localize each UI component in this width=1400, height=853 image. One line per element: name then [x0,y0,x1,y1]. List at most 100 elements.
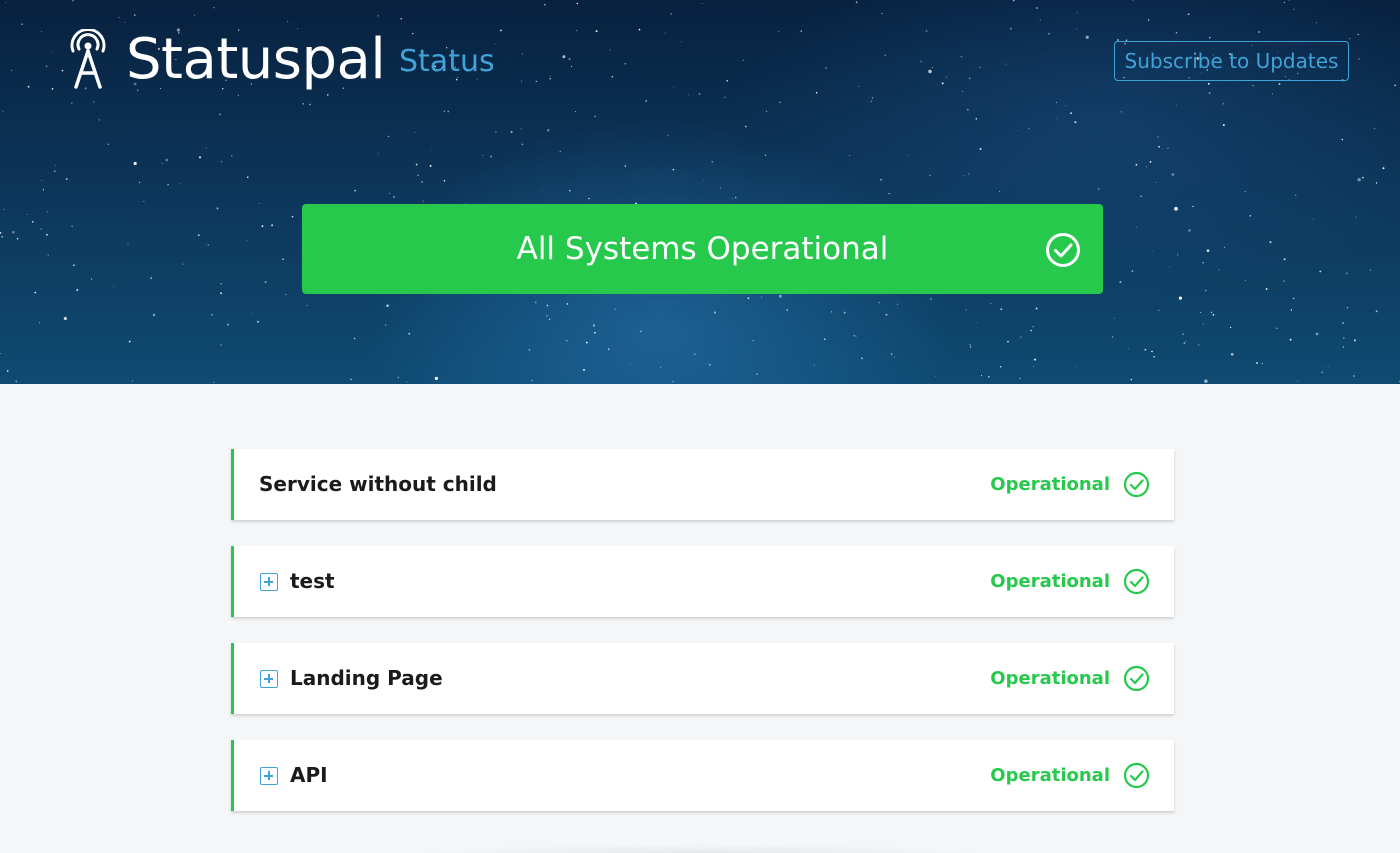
star [47,254,49,256]
star [946,76,948,78]
star [412,32,414,35]
star [698,93,701,95]
star [1187,13,1190,16]
star [1382,167,1385,170]
star [546,128,550,132]
star [645,100,647,102]
star [499,29,502,32]
star [594,331,596,334]
star [1065,105,1067,107]
star [747,297,750,300]
star [246,240,248,242]
star [39,322,41,324]
star [979,66,981,69]
star [271,224,274,227]
star [568,58,571,60]
star [968,173,970,175]
star [987,375,990,378]
star [1375,182,1378,184]
star [207,244,210,246]
star [711,160,714,163]
star [614,308,616,310]
star [73,264,75,267]
star [1113,317,1115,319]
star [354,189,356,192]
star [326,94,329,96]
star [1319,270,1322,273]
star [681,41,682,43]
star [194,14,196,16]
star [46,211,48,213]
star [786,309,788,311]
star [559,150,561,152]
star [257,320,260,323]
star [592,324,595,327]
star [138,181,141,184]
star [1119,281,1122,284]
star [569,190,571,192]
star [417,174,419,176]
star [1169,266,1171,268]
star [1036,7,1038,9]
star [1361,176,1364,179]
brand-logo[interactable]: Statuspal [64,28,386,92]
star [72,0,75,2]
star [246,176,249,179]
star [756,373,758,375]
star [490,155,492,158]
star [1352,375,1355,377]
star [520,128,522,130]
star [231,155,233,157]
service-row[interactable]: test Operational [231,546,1174,617]
star [51,88,54,90]
star [980,375,983,377]
star [127,242,129,245]
star [1261,362,1264,365]
expand-icon[interactable] [260,767,278,785]
star [482,154,484,156]
star [960,55,963,58]
star [161,163,163,164]
expand-icon[interactable] [260,573,278,591]
star [1111,336,1114,338]
star [1028,127,1030,130]
service-status: Operational [990,571,1110,592]
star [1007,340,1009,343]
star [1283,258,1286,261]
star [1199,311,1202,314]
star [849,155,851,157]
star [870,100,872,102]
star [843,311,846,314]
star [31,221,34,223]
star [920,60,922,63]
star [1055,101,1057,104]
subscribe-button[interactable]: Subscribe to Updates [1114,41,1349,81]
star [1183,342,1185,345]
service-row[interactable]: Service without child Operational [231,449,1174,520]
star [63,316,67,321]
service-row[interactable]: API Operational [231,740,1174,811]
star [1244,190,1246,192]
star [1358,58,1360,60]
star [549,75,551,77]
star [566,339,568,342]
star [54,170,56,172]
star [387,135,390,138]
star [1192,205,1194,208]
service-row[interactable]: Landing Page Operational [231,643,1174,714]
next-section-shadow [300,835,1100,853]
star [1188,229,1191,232]
expand-icon[interactable] [260,670,278,688]
star [1369,269,1371,271]
star [237,94,239,96]
star [431,149,433,151]
star [760,296,763,298]
star [220,292,223,295]
star [1158,309,1160,312]
star [261,225,264,228]
star [1283,280,1285,282]
star [1000,308,1003,311]
star [999,190,1001,192]
star [1171,173,1175,176]
star [306,304,308,307]
